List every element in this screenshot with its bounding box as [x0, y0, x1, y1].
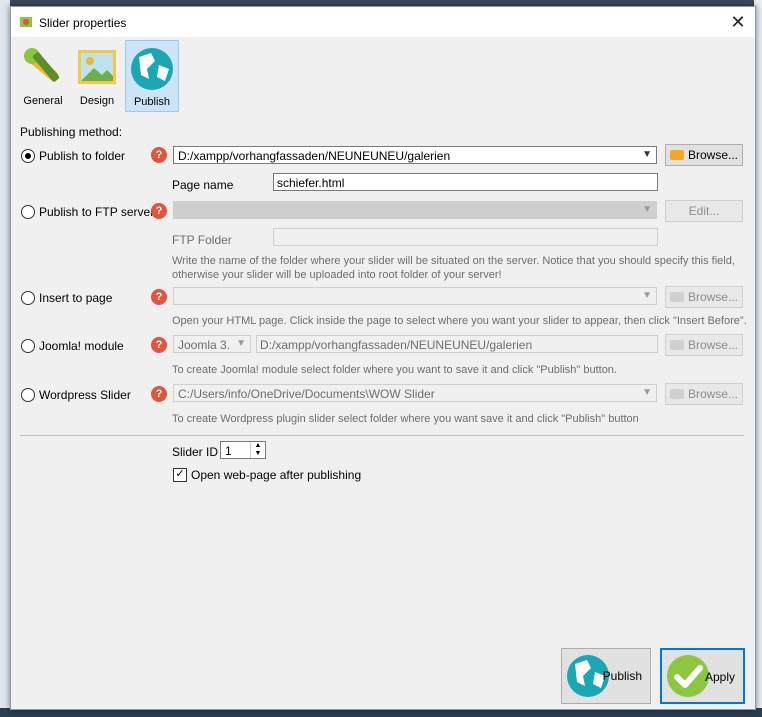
- ftp-edit-button[interactable]: Edit...: [665, 200, 743, 222]
- apply-button[interactable]: Apply: [660, 648, 745, 704]
- picture-icon: [78, 50, 116, 84]
- dialog-content: General Design Publish Publishing method…: [11, 37, 755, 709]
- insert-hint: Open your HTML page. Click inside the pa…: [172, 315, 747, 327]
- tab-general[interactable]: General: [17, 40, 69, 110]
- chevron-down-icon: ▼: [236, 338, 246, 349]
- joomla-path-value: D:/xampp/vorhangfassaden/NEUNEUNEU/galer…: [260, 338, 533, 352]
- apply-button-label: Apply: [704, 670, 735, 684]
- folder-browse-button[interactable]: Browse...: [665, 144, 743, 166]
- ftp-folder-input[interactable]: [273, 228, 658, 246]
- wordpress-slider-radio[interactable]: [21, 388, 35, 402]
- slider-properties-dialog: Slider properties ✕ General Design Publi…: [10, 6, 756, 710]
- open-after-label: Open web-page after publishing: [191, 468, 362, 482]
- publish-button[interactable]: Publish: [561, 648, 651, 704]
- chevron-down-icon: ▼: [642, 204, 652, 215]
- joomla-browse-button[interactable]: Browse...: [665, 334, 743, 356]
- separator: [20, 435, 744, 436]
- wordpress-hint: To create Wordpress plugin slider select…: [172, 413, 639, 425]
- spin-down-icon[interactable]: ▼: [250, 450, 265, 458]
- wordpress-path-value: C:/Users/info/OneDrive/Documents\WOW Sli…: [178, 387, 435, 401]
- joomla-help-icon[interactable]: ?: [151, 337, 167, 353]
- insert-help-icon[interactable]: ?: [151, 289, 167, 305]
- joomla-version-combo[interactable]: Joomla 3.x ▼: [173, 335, 251, 353]
- folder-path-combo[interactable]: D:/xampp/vorhangfassaden/NEUNEUNEU/galer…: [173, 146, 657, 164]
- joomla-browse-label: Browse...: [688, 338, 739, 352]
- close-button[interactable]: ✕: [727, 11, 749, 33]
- chevron-down-icon: ▼: [642, 387, 652, 398]
- wordpress-browse-button[interactable]: Browse...: [665, 383, 743, 405]
- spin-up-icon[interactable]: ▲: [250, 442, 265, 450]
- wordpress-browse-label: Browse...: [688, 387, 739, 401]
- publish-to-folder-label: Publish to folder: [39, 149, 126, 163]
- window-title: Slider properties: [39, 16, 127, 30]
- publish-to-ftp-radio[interactable]: [21, 205, 35, 219]
- ftp-edit-label: Edit...: [688, 204, 720, 218]
- page-name-input[interactable]: schiefer.html: [273, 173, 658, 191]
- folder-icon: [670, 340, 684, 350]
- folder-icon: [670, 292, 684, 302]
- open-after-checkbox[interactable]: ✓: [173, 468, 187, 482]
- title-bar: Slider properties ✕: [11, 7, 755, 37]
- slider-id-value: 1: [225, 444, 232, 458]
- joomla-hint: To create Joomla! module select folder w…: [172, 364, 617, 376]
- joomla-module-radio[interactable]: [21, 339, 35, 353]
- chevron-down-icon: ▼: [642, 149, 652, 160]
- folder-path-value: D:/xampp/vorhangfassaden/NEUNEUNEU/galer…: [178, 149, 451, 163]
- tab-publish-label: Publish: [133, 96, 171, 108]
- publishing-method-label: Publishing method:: [20, 125, 123, 139]
- slider-id-spinner[interactable]: 1 ▲ ▼: [220, 441, 266, 459]
- publish-to-ftp-label: Publish to FTP server: [39, 205, 155, 219]
- publish-to-folder-radio[interactable]: [21, 149, 35, 163]
- ftp-server-combo[interactable]: ▼: [173, 201, 657, 219]
- insert-to-page-label: Insert to page: [39, 291, 113, 305]
- app-icon: [20, 17, 32, 27]
- joomla-module-label: Joomla! module: [39, 339, 124, 353]
- wordpress-slider-label: Wordpress Slider: [39, 388, 131, 402]
- folder-icon: [670, 150, 684, 160]
- folder-help-icon[interactable]: ?: [151, 147, 167, 163]
- slider-id-label: Slider ID: [172, 445, 219, 459]
- page-name-value: schiefer.html: [277, 176, 345, 190]
- joomla-version-value: Joomla 3.x: [178, 338, 230, 352]
- insert-page-combo[interactable]: ▼: [173, 287, 657, 305]
- insert-browse-button[interactable]: Browse...: [665, 286, 743, 308]
- insert-browse-label: Browse...: [688, 290, 739, 304]
- tab-design[interactable]: Design: [71, 40, 123, 110]
- wrench-screwdriver-icon: [24, 48, 60, 82]
- ftp-help-icon[interactable]: ?: [151, 203, 167, 219]
- folder-icon: [670, 389, 684, 399]
- joomla-path-input[interactable]: D:/xampp/vorhangfassaden/NEUNEUNEU/galer…: [256, 335, 658, 353]
- globe-icon: [131, 48, 173, 90]
- tab-publish[interactable]: Publish: [125, 40, 179, 112]
- background-app-left: [0, 0, 10, 717]
- wordpress-path-combo[interactable]: C:/Users/info/OneDrive/Documents\WOW Sli…: [173, 384, 657, 402]
- ftp-folder-label: FTP Folder: [172, 233, 232, 247]
- chevron-down-icon: ▼: [642, 290, 652, 301]
- page-name-label: Page name: [172, 178, 234, 192]
- tab-design-label: Design: [79, 95, 115, 107]
- wordpress-help-icon[interactable]: ?: [151, 386, 167, 402]
- insert-to-page-radio[interactable]: [21, 291, 35, 305]
- publish-button-label: Publish: [602, 669, 642, 683]
- tab-general-label: General: [23, 95, 63, 107]
- folder-browse-label: Browse...: [688, 148, 739, 162]
- ftp-hint: Write the name of the folder where your …: [172, 255, 735, 281]
